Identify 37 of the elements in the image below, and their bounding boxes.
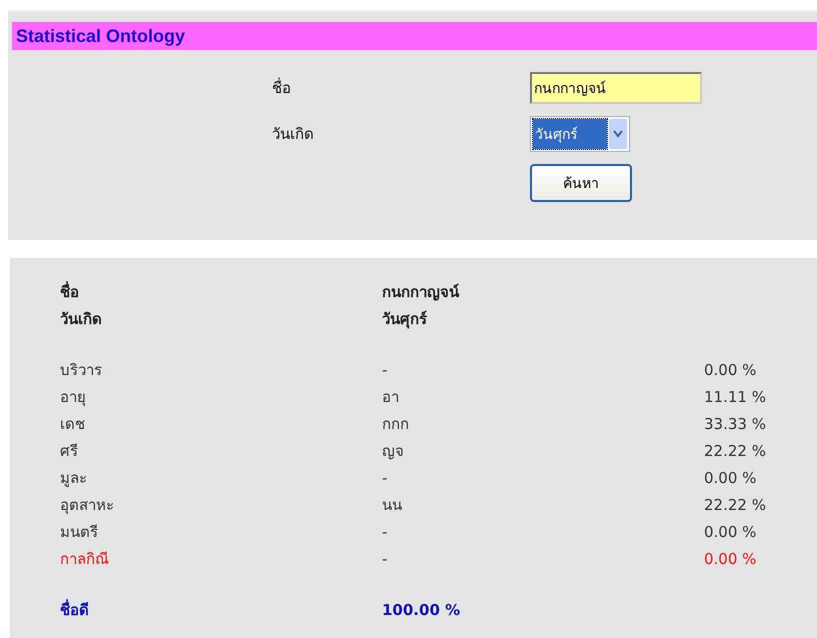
name-field[interactable]: กนกกาญจน์ — [530, 72, 702, 104]
letters-value: นน — [382, 494, 403, 516]
total-value: 100.00 % — [382, 600, 462, 618]
letters-value: กกก — [382, 414, 410, 434]
info-label: วันเกิด — [60, 308, 103, 330]
category-label: มูละ — [60, 468, 88, 489]
percent-value: 11.11 % — [704, 388, 767, 406]
day-dropdown[interactable]: วันศุกร์ — [530, 116, 630, 152]
percent-value: 0.00 % — [704, 522, 758, 540]
info-label: ชื่อ — [60, 280, 80, 302]
category-label: ศรี — [60, 440, 79, 462]
name-label: ชื่อ — [272, 76, 292, 99]
page-title: Statistical Ontology — [12, 22, 817, 50]
info-value: กนกกาญจน์ — [382, 282, 460, 303]
category-label: อุตสาหะ — [60, 494, 115, 516]
category-label: อายุ — [60, 386, 87, 408]
category-label: บริวาร — [60, 360, 103, 380]
letters-value: ญจ — [382, 440, 405, 462]
chevron-down-icon — [613, 130, 623, 138]
percent-value: 22.22 % — [704, 496, 767, 514]
letters-value: อา — [382, 386, 400, 408]
percent-value: 0.00 % — [704, 468, 758, 486]
percent-value: 22.22 % — [704, 442, 767, 460]
percent-value: 0.00 % — [704, 550, 758, 568]
letters-value: - — [382, 360, 388, 378]
category-label: มนตรี — [60, 522, 99, 542]
search-button[interactable]: ค้นหา — [530, 164, 632, 202]
percent-value: 33.33 % — [704, 414, 767, 432]
letters-value: - — [382, 468, 388, 486]
percent-value: 0.00 % — [704, 360, 758, 378]
letters-value: - — [382, 550, 388, 568]
letters-value: - — [382, 522, 388, 540]
category-label: กาลกิณี — [60, 548, 110, 570]
total-label: ชื่อดี — [60, 598, 90, 620]
birthday-label: วันเกิด — [272, 124, 315, 145]
info-value: วันศุกร์ — [382, 308, 428, 330]
category-label: เดช — [60, 414, 86, 434]
